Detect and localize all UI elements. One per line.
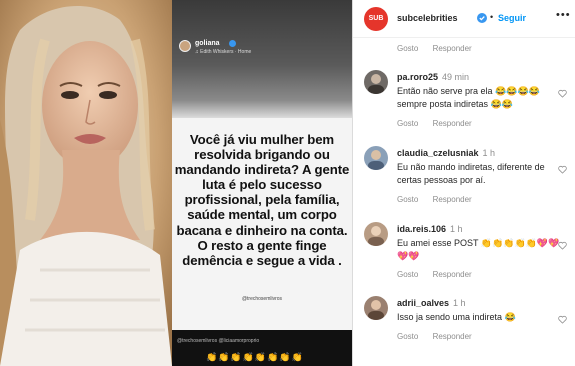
avatar-person-icon xyxy=(368,226,384,246)
avatar-person-icon xyxy=(368,300,384,320)
more-options-icon[interactable]: ••• xyxy=(556,9,571,21)
story-emoji-row: 👏👏👏👏👏👏👏👏 xyxy=(206,352,304,362)
story-verified-icon xyxy=(229,40,236,47)
comment-reply-button[interactable]: Responder xyxy=(433,195,472,204)
story-username: goliana xyxy=(195,40,220,47)
celebrity-photo xyxy=(0,0,172,366)
comment-reply-button[interactable]: Responder xyxy=(433,332,472,341)
account-username[interactable]: subcelebrities xyxy=(397,13,458,23)
comment-reply-button[interactable]: Responder xyxy=(433,270,472,279)
comment-actions: Gosto Responder xyxy=(397,195,484,204)
commenter-username[interactable]: adrii_oalves xyxy=(397,298,449,308)
commenter-avatar[interactable] xyxy=(364,222,388,246)
comment-text: Então não serve pra ela 😂😂😂😂 sempre post… xyxy=(397,86,540,109)
caption-like-button[interactable]: Gosto xyxy=(397,44,418,53)
post-media[interactable]: goliana ♫ Edith Whiskers · Home Você já … xyxy=(0,0,352,366)
commenter-username[interactable]: ida.reis.106 xyxy=(397,224,446,234)
comment-time: 49 min xyxy=(442,72,470,82)
comment-like-button[interactable]: Gosto xyxy=(397,119,418,128)
comment-text: Isso ja sendo uma indireta 😂 xyxy=(397,312,516,322)
story-header-area: goliana ♫ Edith Whiskers · Home xyxy=(172,0,352,118)
heart-icon[interactable] xyxy=(558,89,567,98)
follow-button[interactable]: Seguir xyxy=(498,13,526,23)
heart-icon[interactable] xyxy=(558,241,567,250)
comment-header: claudia_czelusniak 1 h xyxy=(397,148,495,158)
comment-like-button[interactable]: Gosto xyxy=(397,270,418,279)
story-quote-text: Você já viu mulher bem resolvida brigand… xyxy=(174,132,350,268)
avatar-person-icon xyxy=(368,74,384,94)
comment-like-button[interactable]: Gosto xyxy=(397,332,418,341)
comment-header: pa.roro25 49 min xyxy=(397,72,469,82)
comment-time: 1 h xyxy=(453,298,466,308)
story-credit: @trechosemlivros xyxy=(241,296,283,302)
portrait-illustration xyxy=(0,0,172,366)
commenter-avatar[interactable] xyxy=(364,70,388,94)
comment-header: adrii_oalves 1 h xyxy=(397,298,466,308)
story-bottom-bar: @trechosemlivros @liciaamorproprio 👏👏👏👏👏… xyxy=(172,330,352,366)
story-bottom-handles: @trechosemlivros @liciaamorproprio xyxy=(177,338,260,344)
account-avatar[interactable]: SUB xyxy=(364,7,388,31)
comment-actions: Gosto Responder xyxy=(397,119,484,128)
story-avatar xyxy=(179,40,191,52)
comment-time: 1 h xyxy=(450,224,463,234)
separator-dot: • xyxy=(490,12,494,22)
heart-icon[interactable] xyxy=(558,315,567,324)
commenter-username[interactable]: pa.roro25 xyxy=(397,72,438,82)
commenter-avatar[interactable] xyxy=(364,296,388,320)
post-header: SUB subcelebrities • Seguir ••• xyxy=(353,0,575,38)
comment-text: Eu amei esse POST 👏👏👏👏👏💖💖💖💖 xyxy=(397,238,560,261)
comment-actions: Gosto Responder xyxy=(397,270,484,279)
comment-header: ida.reis.106 1 h xyxy=(397,224,463,234)
commenter-username[interactable]: claudia_czelusniak xyxy=(397,148,479,158)
comment-actions: Gosto Responder xyxy=(397,332,484,341)
story-screenshot: goliana ♫ Edith Whiskers · Home Você já … xyxy=(172,0,352,366)
heart-icon[interactable] xyxy=(558,165,567,174)
verified-badge-icon xyxy=(477,13,487,23)
comment-like-button[interactable]: Gosto xyxy=(397,195,418,204)
comment-reply-button[interactable]: Responder xyxy=(433,119,472,128)
comment-time: 1 h xyxy=(482,148,496,158)
comments-panel: SUB subcelebrities • Seguir ••• Gosto Re… xyxy=(352,0,575,366)
caption-reply-button[interactable]: Responder xyxy=(433,44,472,53)
comment-text: Eu não mando indiretas, diferente de cer… xyxy=(397,162,545,185)
story-music-label: ♫ Edith Whiskers · Home xyxy=(195,49,252,55)
commenter-avatar[interactable] xyxy=(364,146,388,170)
avatar-person-icon xyxy=(368,150,384,170)
caption-actions: Gosto Responder xyxy=(397,44,484,53)
